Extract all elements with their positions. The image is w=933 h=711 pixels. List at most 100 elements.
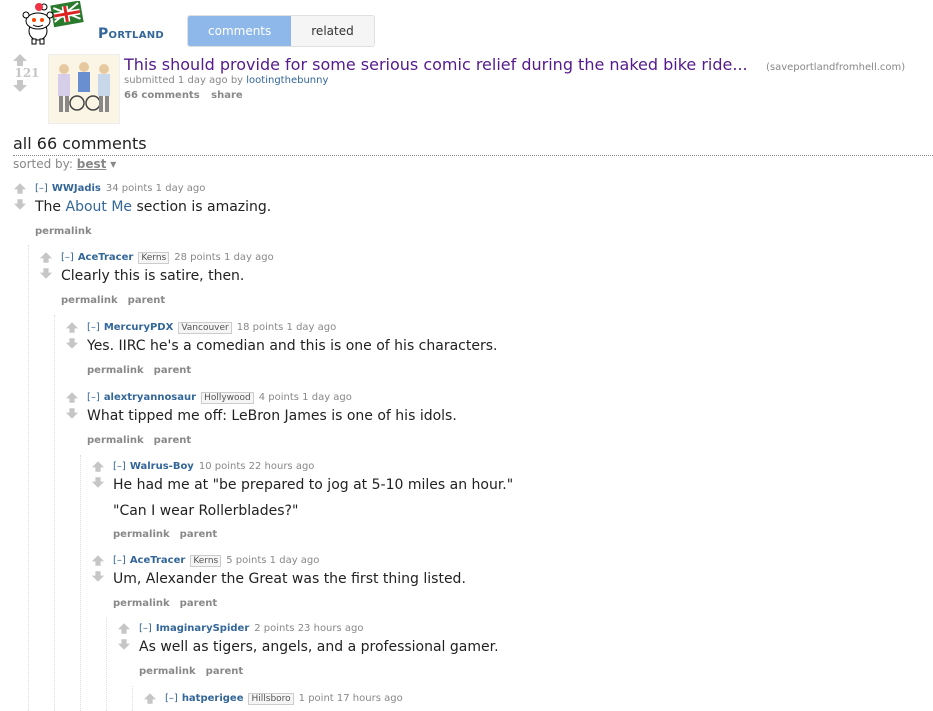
comment-body: The About Me section is amazing. — [35, 199, 271, 215]
downvote-icon[interactable] — [91, 477, 107, 488]
comment-author[interactable]: AceTracer — [130, 555, 186, 566]
comment-tagline: [–] Walrus-Boy 10 points 22 hours ago — [113, 461, 314, 472]
parent-button[interactable]: parent — [154, 435, 192, 446]
post: 121 This should provide for some serious… — [0, 52, 933, 124]
comment-vote — [13, 183, 29, 210]
collapse-toggle[interactable]: [–] — [61, 252, 74, 263]
parent-button[interactable]: parent — [180, 529, 218, 540]
collapse-toggle[interactable]: [–] — [87, 322, 100, 333]
thread-guide — [54, 315, 55, 711]
comment-author[interactable]: ImaginarySpider — [156, 623, 249, 634]
comment-vote — [143, 693, 159, 704]
comment-author[interactable]: WWJadis — [52, 183, 101, 194]
post-thumbnail[interactable] — [48, 54, 120, 124]
permalink-button[interactable]: permalink — [87, 435, 144, 446]
upvote-icon[interactable] — [143, 693, 159, 704]
collapse-toggle[interactable]: [–] — [113, 461, 126, 472]
downvote-icon[interactable] — [91, 571, 107, 582]
divider — [13, 155, 933, 156]
comment-tagline: [–] AceTracer Kerns 5 points 1 day ago — [113, 555, 320, 567]
about-me-link[interactable]: About Me — [66, 199, 133, 215]
parent-button[interactable]: parent — [180, 598, 218, 609]
comment-buttons: permalink parent — [61, 295, 175, 306]
parent-button[interactable]: parent — [128, 295, 166, 306]
permalink-button[interactable]: permalink — [113, 529, 170, 540]
permalink-button[interactable]: permalink — [61, 295, 118, 306]
permalink-button[interactable]: permalink — [35, 226, 92, 237]
share-link[interactable]: share — [211, 90, 243, 101]
comment-meta: 2 points 23 hours ago — [254, 623, 364, 634]
downvote-icon[interactable] — [65, 408, 81, 419]
upvote-icon[interactable] — [91, 555, 107, 566]
upvote-icon[interactable] — [65, 322, 81, 333]
sort-dropdown[interactable]: best — [77, 157, 107, 171]
comment-body: He had me at "be prepared to jog at 5-10… — [113, 477, 514, 493]
collapse-toggle[interactable]: [–] — [165, 693, 178, 704]
collapse-toggle[interactable]: [–] — [35, 183, 48, 194]
post-meta: submitted 1 day ago by lootingthebunny — [124, 75, 328, 86]
parent-button[interactable]: parent — [154, 365, 192, 376]
comment-meta: 5 points 1 day ago — [226, 555, 320, 566]
comment-vote — [91, 461, 107, 488]
user-flair: Kerns — [138, 252, 170, 264]
comment-buttons: permalink parent — [113, 598, 227, 609]
subreddit-name[interactable]: Portland — [98, 26, 164, 42]
comment-body: Yes. IIRC he's a comedian and this is on… — [87, 338, 498, 354]
comment-text: section is amazing. — [132, 199, 272, 215]
comment: [–] Walrus-Boy 10 points 22 hours ago He h… — [91, 461, 901, 545]
post-title[interactable]: This should provide for some serious com… — [124, 55, 748, 74]
comment-author[interactable]: MercuryPDX — [104, 322, 174, 333]
reddit-logo[interactable] — [16, 1, 86, 45]
collapse-toggle[interactable]: [–] — [139, 623, 152, 634]
downvote-icon[interactable] — [39, 268, 55, 279]
collapse-toggle[interactable]: [–] — [113, 555, 126, 566]
comment-meta: 28 points 1 day ago — [174, 252, 274, 263]
comments-header: all 66 comments — [13, 134, 147, 153]
thread-guide — [106, 618, 107, 711]
sort-menu: sorted by: best ▾ — [13, 157, 116, 171]
comment-author[interactable]: Walrus-Boy — [130, 461, 194, 472]
comment-buttons: permalink parent — [87, 435, 201, 446]
downvote-icon[interactable] — [12, 80, 42, 92]
comment-meta: 1 point 17 hours ago — [298, 693, 403, 704]
upvote-icon[interactable] — [39, 252, 55, 263]
comment-buttons: permalink — [35, 226, 102, 237]
permalink-button[interactable]: permalink — [139, 666, 196, 677]
user-flair: Kerns — [190, 555, 222, 567]
comment-author[interactable]: alextryannosaur — [104, 392, 196, 403]
parent-button[interactable]: parent — [206, 666, 244, 677]
collapse-toggle[interactable]: [–] — [87, 392, 100, 403]
upvote-icon[interactable] — [12, 54, 42, 66]
upvote-icon[interactable] — [65, 392, 81, 403]
comment-meta: 4 points 1 day ago — [258, 392, 352, 403]
post-domain[interactable]: (saveportlandfromhell.com) — [766, 62, 905, 73]
upvote-icon[interactable] — [91, 461, 107, 472]
comment-vote — [65, 392, 81, 419]
comment-meta: 10 points 22 hours ago — [198, 461, 315, 472]
upvote-icon[interactable] — [13, 183, 29, 194]
comment-body: What tipped me off: LeBron James is one … — [87, 408, 457, 424]
downvote-icon[interactable] — [13, 199, 29, 210]
comment-author[interactable]: AceTracer — [78, 252, 134, 263]
comment-meta: 34 points 1 day ago — [105, 183, 206, 194]
downvote-icon[interactable] — [117, 639, 133, 650]
comment: [–] ImaginarySpider 2 points 23 hours ago … — [117, 623, 897, 683]
comments-link[interactable]: 66 comments — [124, 90, 200, 101]
comment-body: As well as tigers, angels, and a profess… — [139, 639, 499, 655]
chevron-down-icon[interactable]: ▾ — [110, 157, 116, 171]
upvote-icon[interactable] — [117, 623, 133, 634]
user-flair: Hillsboro — [248, 693, 294, 705]
downvote-icon[interactable] — [65, 338, 81, 349]
tab-related[interactable]: related — [291, 16, 374, 46]
comment-vote — [39, 252, 55, 279]
permalink-button[interactable]: permalink — [113, 598, 170, 609]
post-score: 121 — [14, 66, 40, 80]
thread-guide — [28, 245, 29, 711]
post-vote: 121 — [12, 54, 42, 92]
tab-comments[interactable]: comments — [188, 16, 292, 46]
permalink-button[interactable]: permalink — [87, 365, 144, 376]
comment-author[interactable]: hatperigee — [182, 693, 244, 704]
user-flair: Hollywood — [201, 392, 254, 404]
comment-tagline: [–] MercuryPDX Vancouver 18 points 1 day ag… — [87, 322, 336, 334]
post-author[interactable]: lootingthebunny — [246, 75, 328, 86]
